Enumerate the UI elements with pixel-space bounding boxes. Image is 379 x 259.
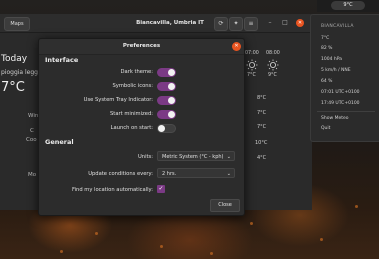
minimize-button[interactable]: – [266, 19, 274, 27]
dialog-title: Preferences [122, 43, 161, 49]
refresh-button[interactable]: ⟳ [214, 17, 228, 31]
menu-item[interactable]: 5 km/h / NNE [321, 68, 351, 73]
units-value: Metric System (°C - kph) [162, 154, 224, 160]
symbolic-icons-label: Symbolic icons: [112, 83, 153, 89]
right-value: 7°C [257, 110, 267, 116]
menu-item[interactable]: 7°C [321, 36, 329, 41]
start-minimized-toggle[interactable] [157, 110, 176, 119]
menu-item[interactable]: 17:49 UTC+0100 [321, 101, 360, 106]
menu-separator [317, 111, 375, 112]
weather-indicator[interactable]: 9°C [331, 1, 365, 10]
update-label: Update conditions every: [88, 171, 153, 177]
window-title: Biancavilla, Umbria IT [136, 20, 204, 26]
menu-item[interactable]: 1004 hPa [321, 57, 342, 62]
find-location-checkbox[interactable]: ✓ [157, 185, 165, 193]
tray-indicator-toggle[interactable] [157, 96, 176, 105]
dialog-close-button[interactable]: ✕ [232, 42, 241, 51]
weather-indicator-label: 9°C [343, 2, 353, 8]
sun-icon [246, 59, 258, 71]
location-icon: ✦ [233, 20, 239, 27]
right-value: 4°C [257, 155, 267, 161]
find-location-label: Find my location automatically: [71, 187, 153, 193]
toggle-knob [168, 111, 175, 118]
right-value: 8°C [257, 95, 267, 101]
maps-button[interactable]: Maps [4, 17, 30, 31]
left-label: C [30, 128, 34, 134]
minimize-icon: – [268, 19, 272, 26]
check-icon: ✓ [158, 185, 164, 192]
units-label: Units: [137, 154, 153, 160]
close-button[interactable]: Close [210, 199, 240, 212]
units-select[interactable]: Metric System (°C - kph) ⌄ [157, 151, 235, 161]
launch-on-start-label: Launch on start: [110, 125, 153, 131]
update-select[interactable]: 2 hrs. ⌄ [157, 168, 235, 178]
forecast-temp: 9°C [268, 73, 277, 78]
close-icon: ✕ [234, 43, 239, 49]
close-window-button[interactable]: ✕ [296, 19, 304, 27]
menu-heading: BIANCAVILLA [321, 24, 354, 29]
dark-theme-toggle[interactable] [157, 68, 176, 77]
hamburger-icon: ≡ [248, 20, 254, 27]
interface-section-title: Interface [45, 56, 79, 64]
dialog-titlebar: Preferences ✕ [39, 39, 244, 55]
condition-text: pioggia legge [1, 69, 42, 76]
general-section-title: General [45, 138, 74, 146]
chevron-down-icon: ⌄ [226, 154, 231, 160]
menu-item[interactable]: 07:01 UTC+0100 [321, 90, 360, 95]
main-titlebar: Maps Biancavilla, Umbria IT ⟳ ✦ ≡ – □ ✕ [0, 14, 312, 33]
maximize-icon: □ [282, 19, 288, 26]
today-label: Today [1, 54, 28, 64]
menu-item[interactable]: 64 % [321, 79, 332, 84]
dark-theme-label: Dark theme: [120, 69, 153, 75]
toggle-knob [168, 83, 175, 90]
sun-icon [267, 59, 279, 71]
toggle-knob [168, 69, 175, 76]
right-value: 10°C [255, 140, 268, 146]
maximize-button[interactable]: □ [281, 19, 289, 27]
menu-button[interactable]: ≡ [244, 17, 258, 31]
indicator-menu: BIANCAVILLA 7°C 82 % 1004 hPa 5 km/h / N… [310, 14, 379, 142]
forecast-time: 08:00 [266, 51, 280, 56]
chevron-down-icon: ⌄ [226, 171, 231, 177]
show-meteo-item[interactable]: Show Meteo [321, 116, 349, 121]
start-minimized-label: Start minimized: [110, 111, 153, 117]
location-button[interactable]: ✦ [229, 17, 243, 31]
update-value: 2 hrs. [162, 171, 177, 177]
preferences-dialog: Preferences ✕ Interface Dark theme: Symb… [38, 38, 245, 216]
left-label: Mo [28, 172, 37, 178]
refresh-icon: ⟳ [218, 20, 224, 27]
menu-item[interactable]: 82 % [321, 46, 332, 51]
tray-indicator-label: Use System Tray Indicator: [83, 97, 153, 103]
toggle-knob [168, 97, 175, 104]
quit-item[interactable]: Quit [321, 126, 330, 131]
left-label: Win [28, 113, 39, 119]
toggle-knob [158, 125, 165, 132]
close-icon: ✕ [297, 20, 303, 26]
forecast-time: 07:00 [245, 51, 259, 56]
right-value: 7°C [257, 124, 267, 130]
symbolic-icons-toggle[interactable] [157, 82, 176, 91]
current-temperature: 7°C [1, 80, 25, 95]
forecast-temp: 7°C [247, 73, 256, 78]
launch-on-start-toggle[interactable] [157, 124, 176, 133]
left-label: Coo [26, 137, 37, 143]
